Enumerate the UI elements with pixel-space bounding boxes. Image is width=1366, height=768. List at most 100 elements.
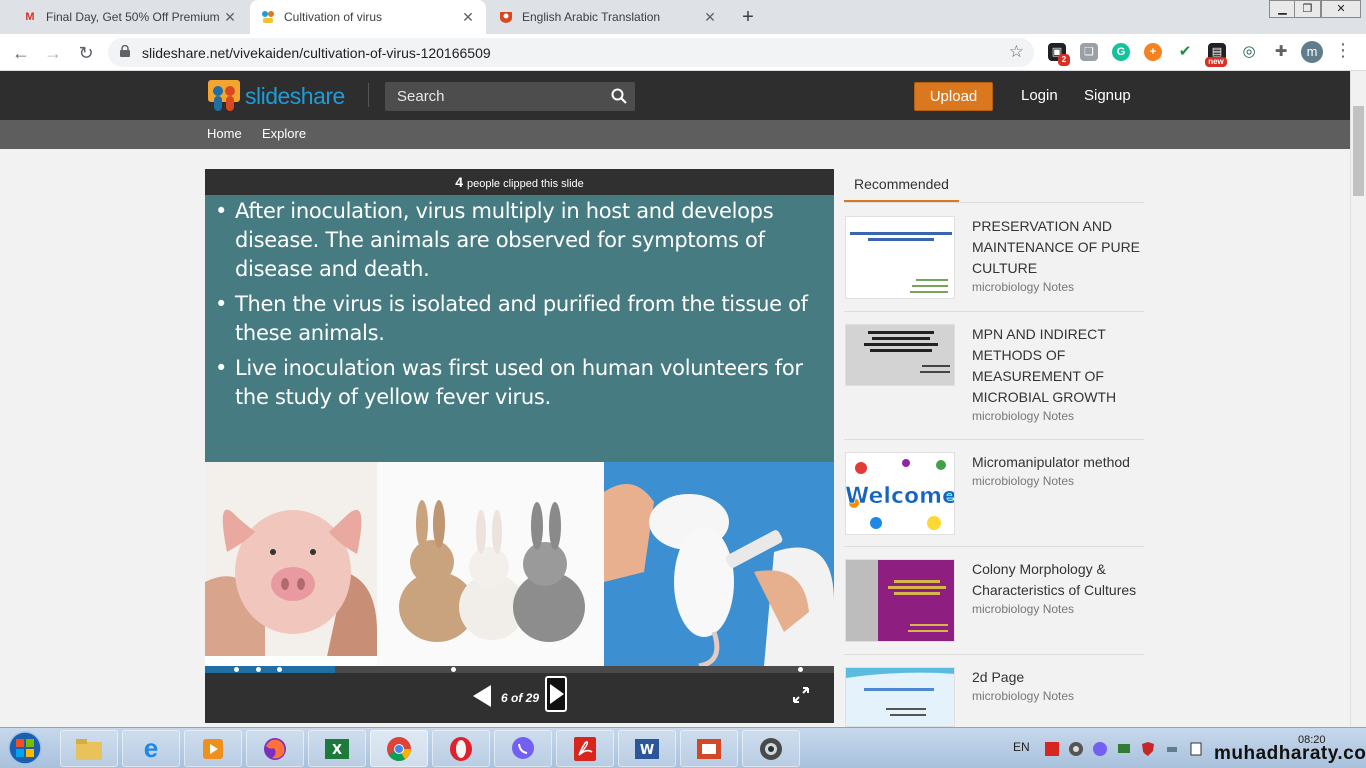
recommended-item[interactable]: PRESERVATION AND MAINTENANCE OF PURE CUL… bbox=[844, 216, 1144, 312]
network-tray-icon[interactable] bbox=[1116, 741, 1132, 757]
recommended-thumbnail bbox=[845, 324, 955, 386]
recommended-source[interactable]: microbiology Notes bbox=[972, 602, 1074, 616]
shield-tray-icon[interactable] bbox=[1140, 741, 1156, 757]
nav-explore[interactable]: Explore bbox=[262, 126, 306, 141]
grammarly-icon[interactable]: G bbox=[1112, 43, 1130, 61]
clip-text: people clipped this slide bbox=[466, 178, 584, 190]
target-icon[interactable]: ◎ bbox=[1240, 43, 1258, 61]
recommended-title[interactable]: PRESERVATION AND MAINTENANCE OF PURE CUL… bbox=[972, 216, 1142, 279]
divider bbox=[844, 202, 1144, 203]
webcam-tray-icon[interactable] bbox=[1068, 741, 1084, 757]
close-icon[interactable]: ✕ bbox=[222, 9, 238, 26]
fullscreen-icon[interactable] bbox=[793, 687, 809, 703]
signup-link[interactable]: Signup bbox=[1084, 87, 1131, 104]
maximize-button[interactable]: ❐ bbox=[1294, 0, 1321, 18]
progress-marker[interactable] bbox=[256, 667, 261, 672]
tab-title: Cultivation of virus bbox=[284, 10, 383, 24]
extension-icon[interactable]: ❏ bbox=[1080, 43, 1098, 61]
recommended-thumbnail bbox=[845, 667, 955, 727]
back-button[interactable]: ← bbox=[9, 41, 33, 65]
recommended-source[interactable]: microbiology Notes bbox=[972, 689, 1074, 703]
close-icon[interactable]: ✕ bbox=[702, 9, 718, 26]
recommended-source[interactable]: microbiology Notes bbox=[972, 409, 1074, 423]
nav-home[interactable]: Home bbox=[207, 126, 242, 141]
url-text: slideshare.net/vivekaiden/cultivation-of… bbox=[142, 45, 491, 61]
start-button[interactable] bbox=[3, 730, 47, 767]
reload-button[interactable]: ↻ bbox=[74, 41, 98, 65]
minimize-button[interactable]: ▁ bbox=[1269, 0, 1296, 18]
recommended-item[interactable]: Welcome Micromanipulator method microbio… bbox=[844, 452, 1144, 547]
slideshare-logo[interactable]: slideshare bbox=[207, 79, 345, 113]
viber-tray-icon[interactable] bbox=[1092, 741, 1108, 757]
recommended-thumbnail bbox=[845, 559, 955, 642]
check-icon[interactable]: ✔ bbox=[1176, 43, 1194, 61]
menu-dots-icon[interactable]: ⋮ bbox=[1334, 40, 1352, 61]
extension-plus-icon[interactable]: + bbox=[1144, 43, 1162, 61]
webcam-taskbar-button[interactable] bbox=[742, 730, 800, 767]
recommended-item[interactable]: 2d Page microbiology Notes bbox=[844, 667, 1144, 727]
recommended-title[interactable]: MPN AND INDIRECT METHODS OF MEASUREMENT … bbox=[972, 324, 1142, 408]
new-tab-button[interactable]: + bbox=[736, 5, 760, 29]
address-bar[interactable]: slideshare.net/vivekaiden/cultivation-of… bbox=[108, 38, 1034, 67]
media-player-taskbar-button[interactable] bbox=[184, 730, 242, 767]
browser-tab-gmail[interactable]: M Final Day, Get 50% Off Premium ✕ bbox=[12, 0, 248, 34]
page-scrollbar[interactable] bbox=[1350, 71, 1366, 727]
opera-icon bbox=[450, 736, 472, 761]
recommended-item[interactable]: MPN AND INDIRECT METHODS OF MEASUREMENT … bbox=[844, 324, 1144, 440]
browser-tab-slideshare[interactable]: Cultivation of virus ✕ bbox=[250, 0, 486, 34]
svg-text:W: W bbox=[640, 743, 654, 758]
window-close-button[interactable]: ✕ bbox=[1321, 0, 1361, 18]
webcam-icon bbox=[760, 737, 782, 760]
next-slide-button[interactable] bbox=[545, 676, 567, 712]
slide-progress-bar[interactable] bbox=[205, 666, 834, 673]
language-indicator[interactable]: EN bbox=[1013, 740, 1030, 754]
viber-taskbar-button[interactable] bbox=[494, 730, 552, 767]
previous-slide-icon[interactable] bbox=[471, 683, 493, 709]
header-divider bbox=[368, 83, 369, 107]
recommended-title[interactable]: 2d Page bbox=[972, 667, 1142, 688]
recommended-item[interactable]: Colony Morphology & Characteristics of C… bbox=[844, 559, 1144, 655]
clip-bar: 4 people clipped this slide bbox=[205, 169, 834, 195]
slide-content[interactable]: • After inoculation, virus multiply in ho… bbox=[205, 195, 834, 666]
translate-icon bbox=[498, 9, 514, 25]
profile-avatar[interactable]: m bbox=[1301, 41, 1323, 63]
extension-badge: 2 bbox=[1058, 54, 1070, 66]
clip-count: 4 bbox=[455, 174, 463, 190]
progress-marker[interactable] bbox=[277, 667, 282, 672]
tab-title: English Arabic Translation bbox=[522, 10, 661, 24]
forward-button[interactable]: → bbox=[41, 41, 65, 65]
login-link[interactable]: Login bbox=[1021, 87, 1058, 104]
opera-taskbar-button[interactable] bbox=[432, 730, 490, 767]
search-icon[interactable] bbox=[611, 88, 627, 104]
excel-taskbar-button[interactable]: X bbox=[308, 730, 366, 767]
recommended-source[interactable]: microbiology Notes bbox=[972, 280, 1074, 294]
recommended-title[interactable]: Micromanipulator method bbox=[972, 452, 1142, 473]
word-taskbar-button[interactable]: W bbox=[618, 730, 676, 767]
usb-tray-icon[interactable] bbox=[1164, 741, 1180, 757]
progress-marker[interactable] bbox=[234, 667, 239, 672]
powerpoint-taskbar-button[interactable] bbox=[680, 730, 738, 767]
tab-title: Final Day, Get 50% Off Premium bbox=[46, 10, 220, 24]
progress-marker[interactable] bbox=[451, 667, 456, 672]
bookmark-star-icon[interactable]: ☆ bbox=[1009, 42, 1024, 62]
excel-icon: X bbox=[325, 738, 349, 759]
close-icon[interactable]: ✕ bbox=[460, 9, 476, 26]
file-explorer-taskbar-button[interactable] bbox=[60, 730, 118, 767]
browser-tab-translation[interactable]: English Arabic Translation ✕ bbox=[488, 0, 728, 34]
acrobat-tray-icon[interactable] bbox=[1044, 741, 1060, 757]
firefox-taskbar-button[interactable] bbox=[246, 730, 304, 767]
chrome-taskbar-button[interactable] bbox=[370, 730, 428, 767]
acrobat-taskbar-button[interactable] bbox=[556, 730, 614, 767]
recommended-source[interactable]: microbiology Notes bbox=[972, 474, 1074, 488]
scrollbar-thumb[interactable] bbox=[1353, 106, 1364, 196]
upload-button[interactable]: Upload bbox=[914, 82, 993, 111]
internet-explorer-icon: e bbox=[143, 733, 159, 763]
slideshare-logo-icon bbox=[208, 80, 240, 111]
progress-marker[interactable] bbox=[798, 667, 803, 672]
search-input[interactable]: Search bbox=[385, 82, 635, 111]
tab-recommended[interactable]: Recommended bbox=[844, 170, 959, 203]
clipboard-tray-icon[interactable] bbox=[1188, 741, 1204, 757]
ie-taskbar-button[interactable]: e bbox=[122, 730, 180, 767]
puzzle-icon[interactable]: ✚ bbox=[1272, 43, 1290, 61]
recommended-title[interactable]: Colony Morphology & Characteristics of C… bbox=[972, 559, 1142, 601]
